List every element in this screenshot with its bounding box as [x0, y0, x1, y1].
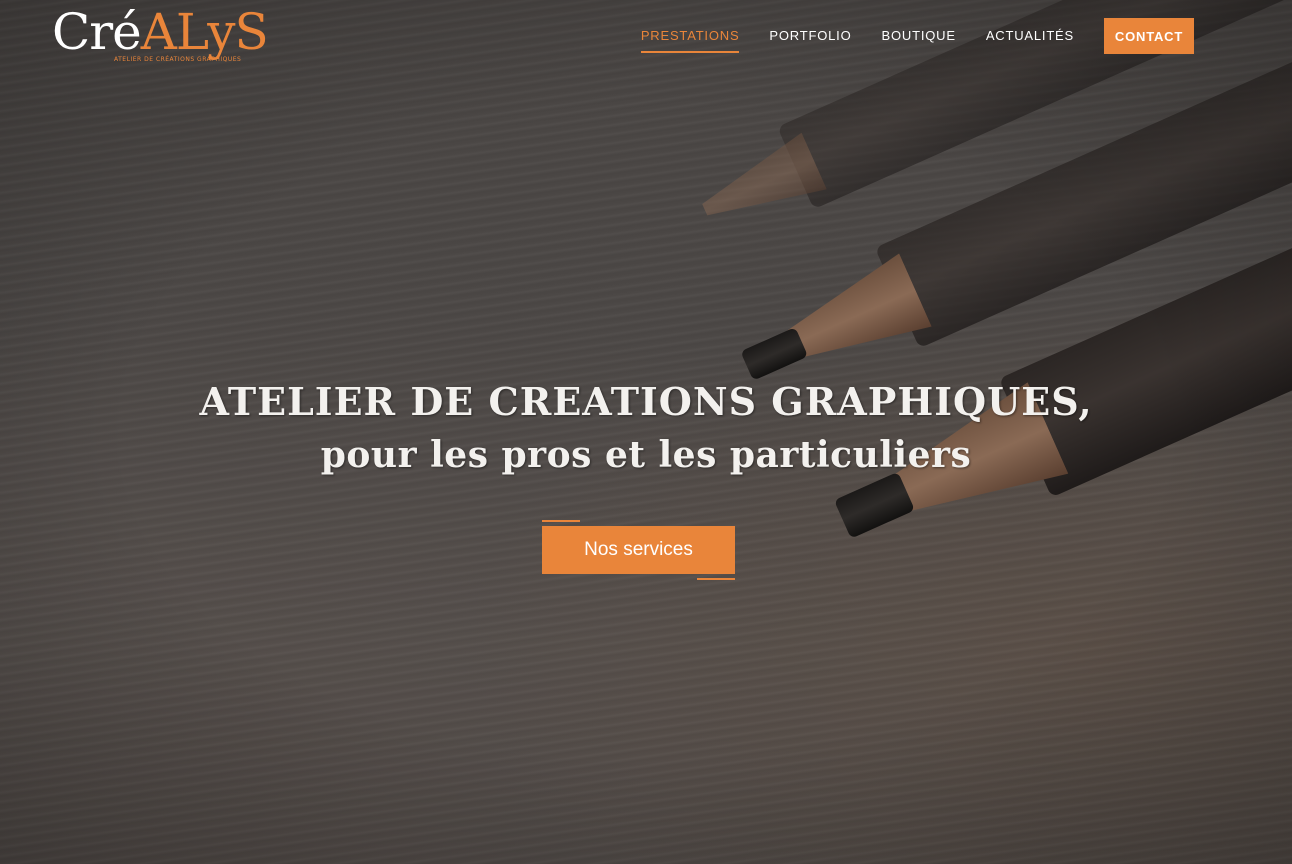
- main-nav: PRESTATIONS PORTFOLIO BOUTIQUE ACTUALITÉ…: [640, 18, 1194, 54]
- contact-button[interactable]: CONTACT: [1104, 18, 1194, 54]
- headline-line-2: pour les pros et les particuliers: [320, 434, 972, 476]
- headline-line-1: ATELIER DE CREATIONS GRAPHIQUES,: [199, 379, 1093, 424]
- nav-item-actualites[interactable]: ACTUALITÉS: [986, 19, 1074, 53]
- nos-services-button[interactable]: Nos services: [542, 526, 735, 574]
- cta-accent-bottom: [697, 578, 735, 580]
- nav-item-boutique[interactable]: BOUTIQUE: [882, 19, 956, 53]
- nav-item-prestations[interactable]: PRESTATIONS: [640, 19, 740, 53]
- hero-headline: ATELIER DE CREATIONS GRAPHIQUES, pour le…: [0, 378, 1292, 484]
- site-header: CréALyS ATELIER DE CRÉATIONS GRAPHIQUES …: [0, 0, 1292, 76]
- logo-tagline: ATELIER DE CRÉATIONS GRAPHIQUES: [114, 56, 242, 63]
- logo-wordmark: CréALyS: [52, 3, 269, 61]
- brand-logo[interactable]: CréALyS ATELIER DE CRÉATIONS GRAPHIQUES: [52, 2, 282, 66]
- cta-container: Nos services: [542, 520, 735, 580]
- cta-accent-top: [542, 520, 580, 522]
- nav-item-portfolio[interactable]: PORTFOLIO: [769, 19, 851, 53]
